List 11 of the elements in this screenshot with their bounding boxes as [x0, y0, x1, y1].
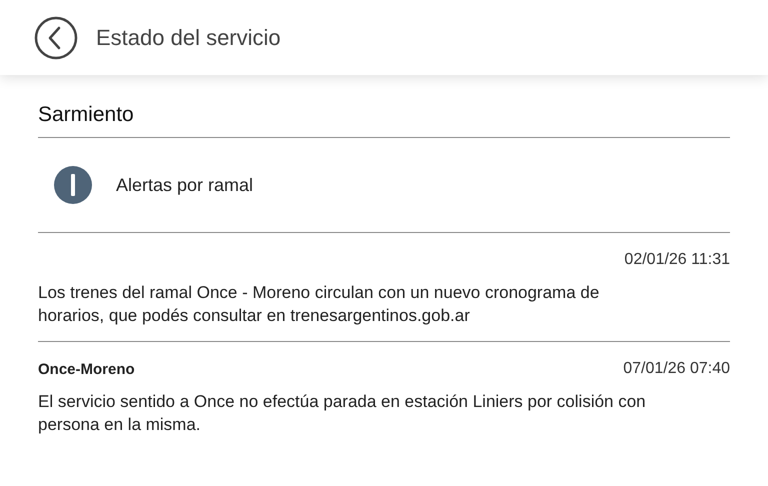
branch-name: Once-Moreno [38, 360, 135, 378]
alert-date: 02/01/26 11:31 [624, 251, 730, 269]
info-icon [54, 166, 92, 204]
line-name: Sarmiento [38, 103, 135, 128]
alert-message: El servicio sentido a Once no efectúa parada en estación Liniers por colisión con persona en la misma. [38, 391, 647, 436]
section-label: Alertas por ramal [116, 174, 254, 196]
alert-date: 07/01/26 07:40 [623, 360, 730, 378]
alert-message: Los trenes del ramal Once - Moreno circulan con un nuevo cronograma de horarios, que podés consultar en trenesargentinos.gob.ar [38, 282, 600, 327]
back-button[interactable] [34, 16, 78, 60]
back-icon [34, 16, 78, 60]
screen-title: Estado del servicio [96, 24, 281, 50]
